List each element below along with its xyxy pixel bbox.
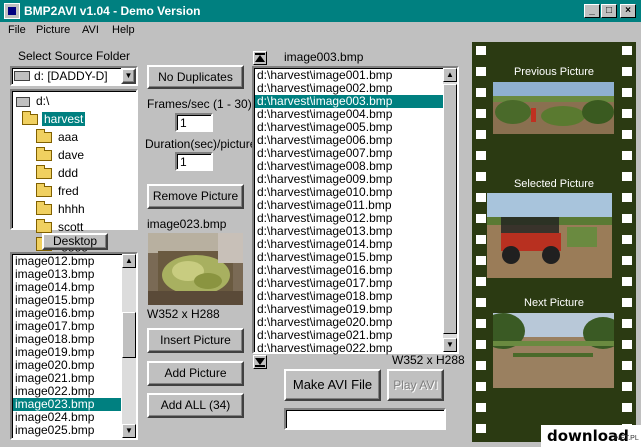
film-strip: Previous Picture Selected Picture Next P… — [472, 42, 636, 442]
folder-icon — [22, 111, 38, 126]
drive-icon — [14, 71, 30, 81]
move-up-icon[interactable] — [253, 51, 267, 65]
folder-icon — [36, 183, 52, 198]
menu-file[interactable]: File — [8, 24, 26, 36]
no-duplicates-button[interactable]: No Duplicates — [147, 65, 244, 89]
folder-icon — [36, 129, 52, 144]
file-list-scrollbar[interactable]: ▲ ▼ — [122, 254, 136, 438]
menu-picture[interactable]: Picture — [36, 24, 70, 36]
tree-item-label: harvest — [42, 112, 86, 126]
selected-picture-label: Selected Picture — [513, 178, 595, 190]
tree-item-label: aaa — [58, 130, 79, 144]
tree-item-label: d:\ — [36, 94, 50, 108]
tree-item-label: ddd — [58, 166, 79, 180]
menu-avi[interactable]: AVI — [82, 24, 99, 36]
tree-item[interactable]: fred — [14, 182, 134, 200]
scroll-thumb[interactable] — [122, 312, 136, 358]
download-watermark: download NET.PL — [541, 425, 641, 447]
preview-dimensions: W352 x H288 — [147, 307, 220, 321]
desktop-button[interactable]: Desktop — [42, 233, 108, 250]
avi-list-scrollbar[interactable]: ▲ ▼ — [443, 68, 457, 352]
preview-filename: image023.bmp — [147, 217, 227, 231]
title-bar: BMP2AVI v1.04 - Demo Version _ □ × — [0, 0, 641, 22]
tree-item[interactable]: d:\ — [14, 92, 134, 110]
chevron-down-icon[interactable]: ▼ — [121, 68, 136, 84]
previous-picture-label: Previous Picture — [513, 66, 595, 78]
add-all-button[interactable]: Add ALL (34) — [147, 393, 244, 418]
scroll-down-icon[interactable]: ▼ — [122, 424, 136, 438]
tree-item[interactable]: ddd — [14, 164, 134, 182]
fps-input[interactable]: 1 — [175, 113, 213, 132]
folder-icon — [36, 201, 52, 216]
drive-icon — [16, 96, 30, 107]
avi-list-header: image003.bmp — [284, 50, 364, 64]
previous-picture-image — [493, 82, 614, 134]
drive-value: d: [DADDY-D] — [34, 69, 108, 83]
preview-image — [148, 233, 243, 305]
make-avi-button[interactable]: Make AVI File — [284, 369, 381, 401]
tree-item[interactable]: harvest — [14, 110, 134, 128]
drive-select[interactable]: d: [DADDY-D] ▼ — [10, 66, 138, 86]
tree-item[interactable]: hhhh — [14, 200, 134, 218]
avi-dimensions: W352 x H288 — [392, 353, 465, 367]
avi-list-box[interactable]: d:\harvest\image001.bmp d:\harvest\image0… — [252, 66, 459, 355]
move-down-icon[interactable] — [253, 355, 267, 369]
tree-item-label: dave — [58, 148, 85, 162]
file-list-box[interactable]: image012.bmp image013.bmp image014.bmp imag… — [10, 252, 138, 440]
scroll-up-icon[interactable]: ▲ — [122, 254, 136, 268]
list-item[interactable]: image025.bmp — [13, 424, 121, 437]
tree-item[interactable]: dave — [14, 146, 134, 164]
menu-help[interactable]: Help — [112, 24, 135, 36]
scroll-up-icon[interactable]: ▲ — [443, 68, 457, 82]
film-holes-right — [622, 46, 632, 445]
insert-picture-button[interactable]: Insert Picture — [147, 328, 244, 353]
folder-icon — [36, 165, 52, 180]
maximize-button[interactable]: □ — [601, 4, 617, 18]
next-picture-image — [493, 313, 614, 388]
tree-item-label: fred — [58, 184, 79, 198]
folder-icon — [36, 147, 52, 162]
tree-item-label: scott — [58, 220, 84, 234]
app-icon[interactable] — [4, 3, 20, 19]
add-picture-button[interactable]: Add Picture — [147, 361, 244, 386]
avi-list[interactable]: d:\harvest\image001.bmp d:\harvest\image0… — [255, 69, 443, 355]
folder-icon — [36, 219, 52, 234]
scroll-thumb[interactable] — [443, 84, 457, 334]
minimize-button[interactable]: _ — [584, 4, 600, 18]
tree-item[interactable]: aaa — [14, 128, 134, 146]
folder-tree[interactable]: d:\harvestaaadavedddfredhhhhscotttgggg — [10, 89, 138, 252]
duration-label: Duration(sec)/picture — [145, 137, 257, 151]
scroll-down-icon[interactable]: ▼ — [443, 338, 457, 352]
play-avi-button[interactable]: Play AVI — [387, 369, 444, 401]
window-title: BMP2AVI v1.04 - Demo Version — [24, 4, 201, 18]
duration-input[interactable]: 1 — [175, 152, 213, 171]
progress-bar — [284, 408, 446, 430]
file-list[interactable]: image012.bmp image013.bmp image014.bmp imag… — [13, 255, 121, 437]
watermark-suffix: NET.PL — [615, 435, 639, 442]
remove-picture-button[interactable]: Remove Picture — [147, 184, 244, 209]
fps-label: Frames/sec (1 - 30) — [147, 97, 252, 111]
menu-bar: File Picture AVI Help — [0, 22, 641, 40]
tree-item-label: hhhh — [58, 202, 85, 216]
selected-picture-image — [487, 193, 612, 278]
close-button[interactable]: × — [620, 4, 636, 18]
film-holes-left — [476, 46, 486, 445]
select-folder-label: Select Source Folder — [18, 49, 131, 63]
next-picture-label: Next Picture — [524, 297, 584, 309]
